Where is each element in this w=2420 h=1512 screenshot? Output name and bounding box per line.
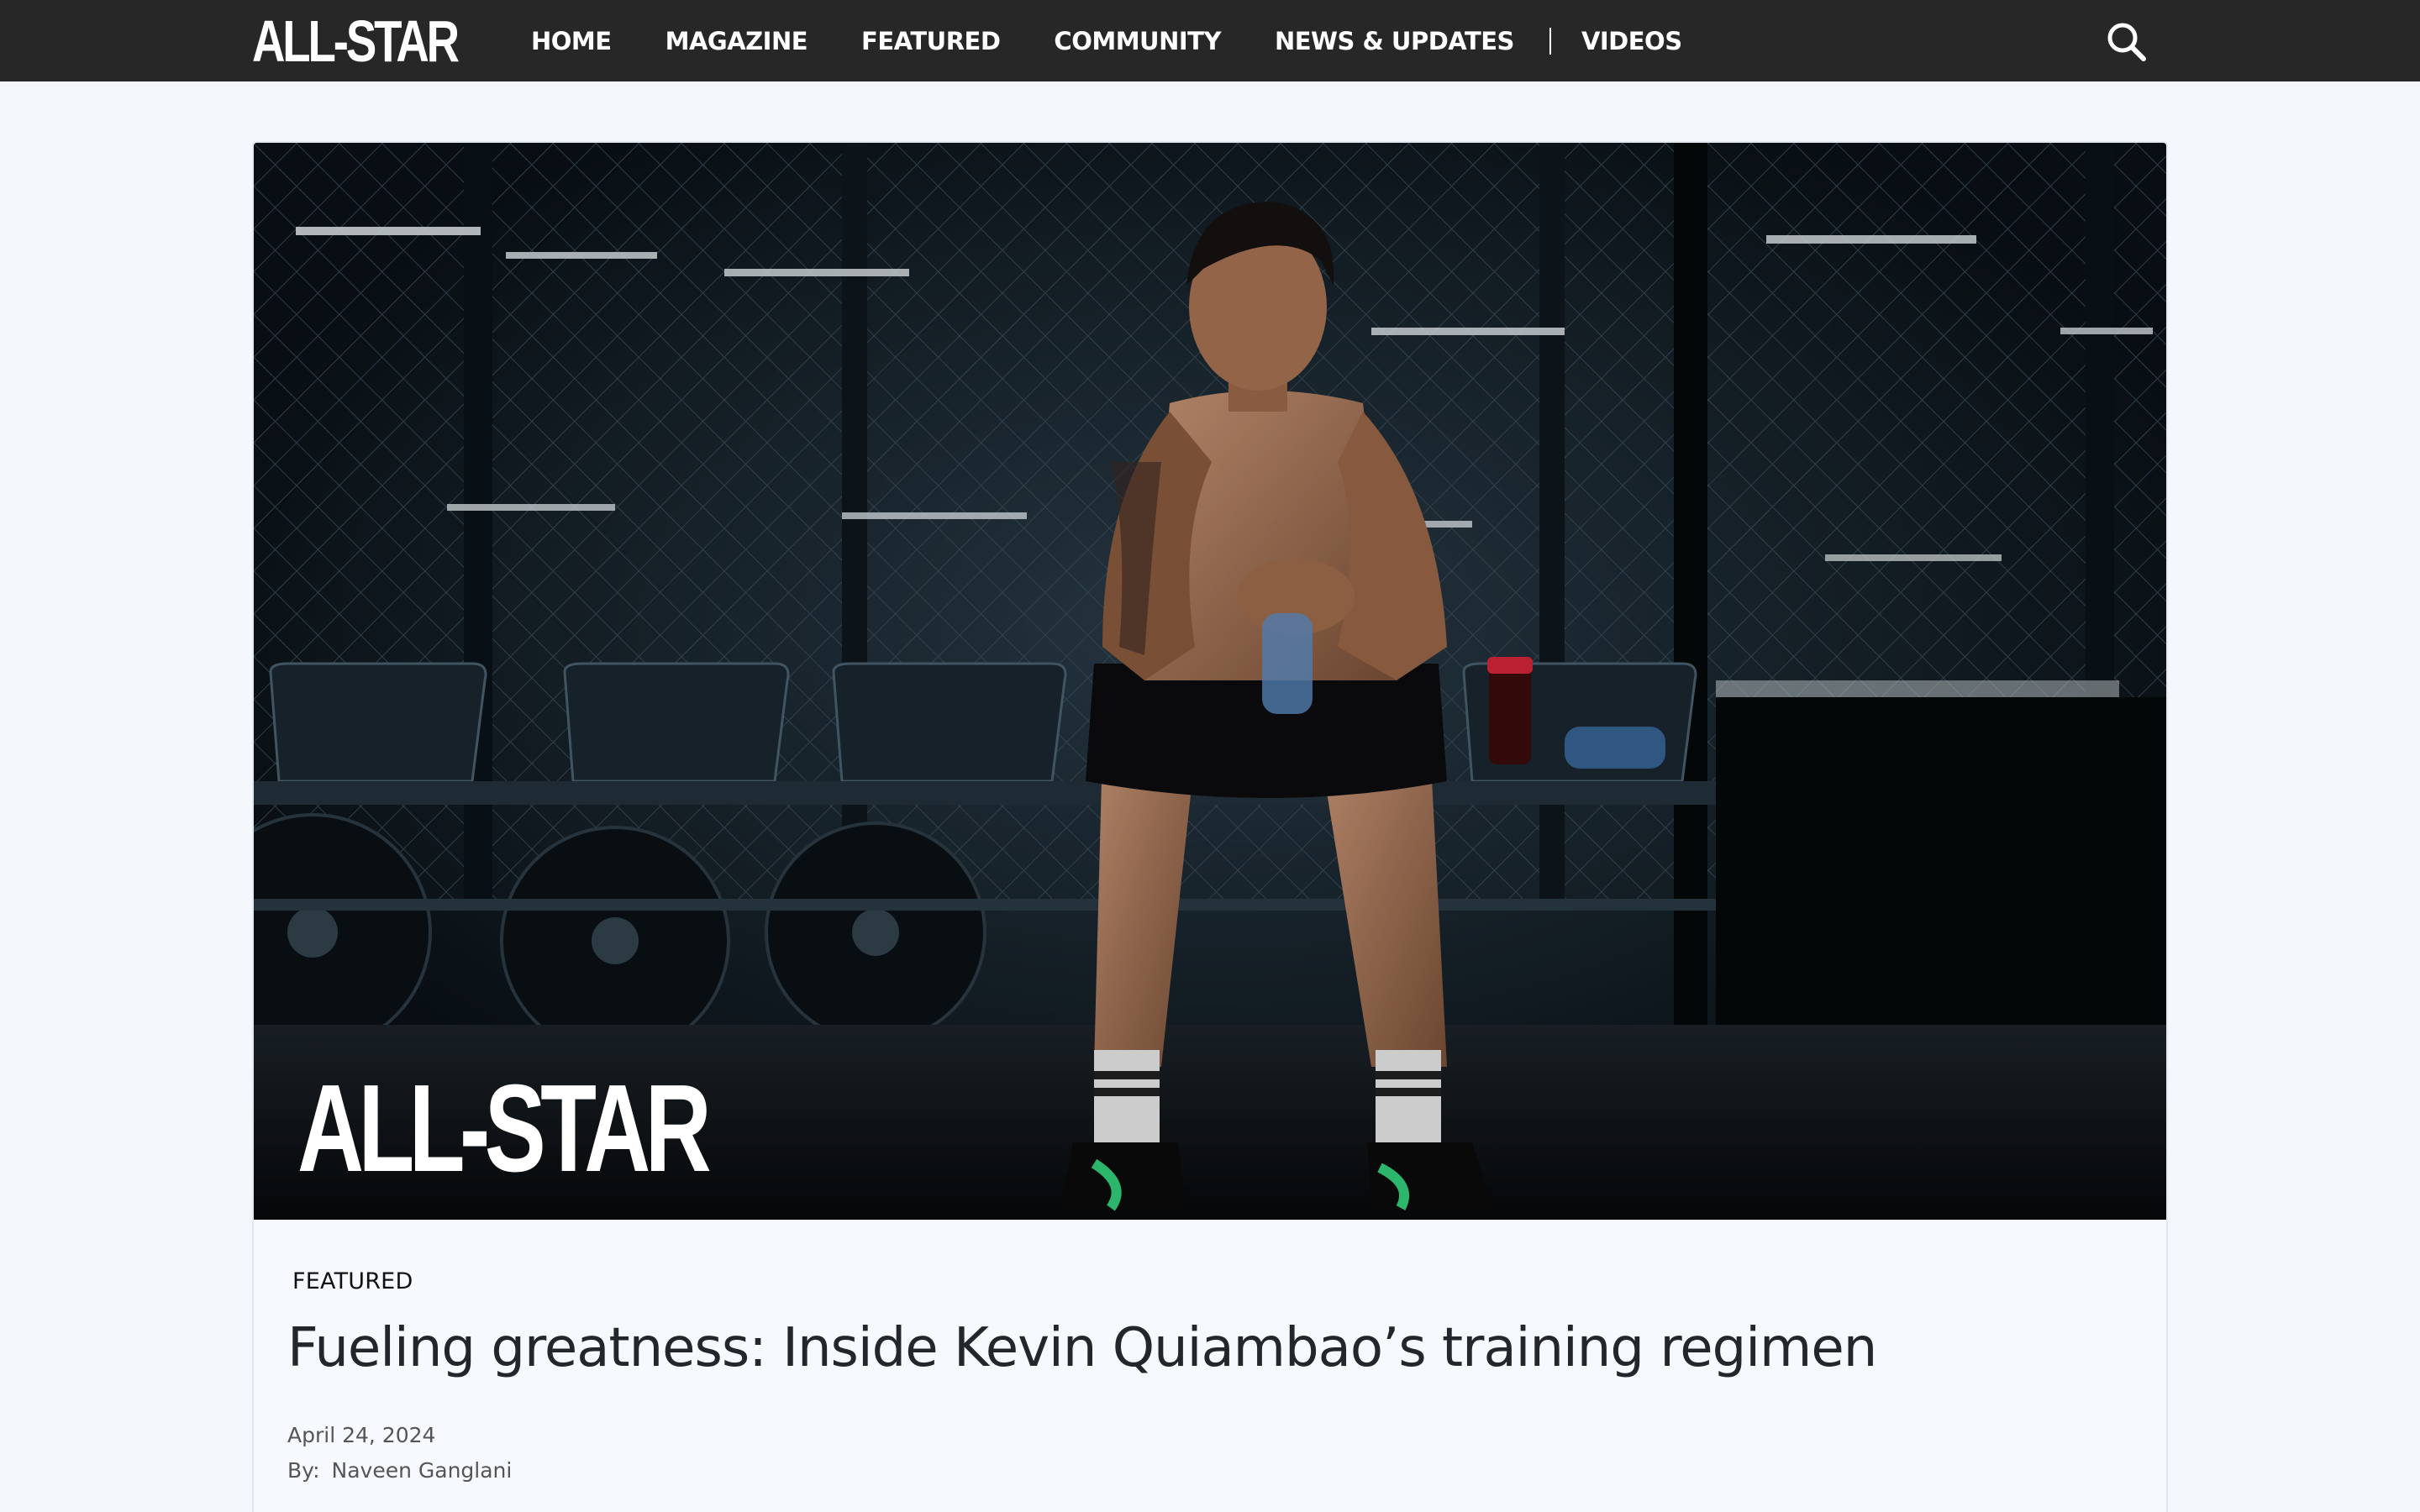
nav-magazine[interactable]: MAGAZINE	[666, 27, 808, 55]
article-byline: By: Naveen Ganglani	[287, 1458, 512, 1483]
hero-image[interactable]: ALL-STAR	[254, 143, 2166, 1220]
article-date: April 24, 2024	[287, 1423, 436, 1447]
article-category[interactable]: FEATURED	[292, 1268, 413, 1294]
nav-featured[interactable]: FEATURED	[861, 27, 1001, 55]
nav-community[interactable]: COMMUNITY	[1054, 27, 1221, 55]
nav-news-updates[interactable]: NEWS & UPDATES	[1275, 27, 1514, 55]
search-button[interactable]	[2105, 20, 2147, 62]
author-name[interactable]: Naveen Ganglani	[332, 1458, 513, 1483]
hero-watermark-logo: ALL-STAR	[297, 1059, 712, 1198]
site-logo[interactable]: ALL-STAR	[252, 8, 460, 74]
search-icon	[2107, 23, 2146, 61]
article-card: ALL-STAR FEATURED Fueling greatness: Ins…	[252, 141, 2168, 1512]
nav-divider	[1549, 27, 1551, 55]
article-title: Fueling greatness: Inside Kevin Quiambao…	[287, 1317, 1877, 1379]
hero-photo-illustration	[254, 143, 2166, 1220]
nav-videos[interactable]: VIDEOS	[1581, 27, 1682, 55]
top-navbar: ALL-STAR HOME MAGAZINE FEATURED COMMUNIT…	[0, 0, 2420, 81]
nav-home[interactable]: HOME	[531, 27, 612, 55]
byline-prefix: By:	[287, 1458, 320, 1483]
main-nav: HOME MAGAZINE FEATURED COMMUNITY NEWS & …	[531, 0, 1682, 81]
